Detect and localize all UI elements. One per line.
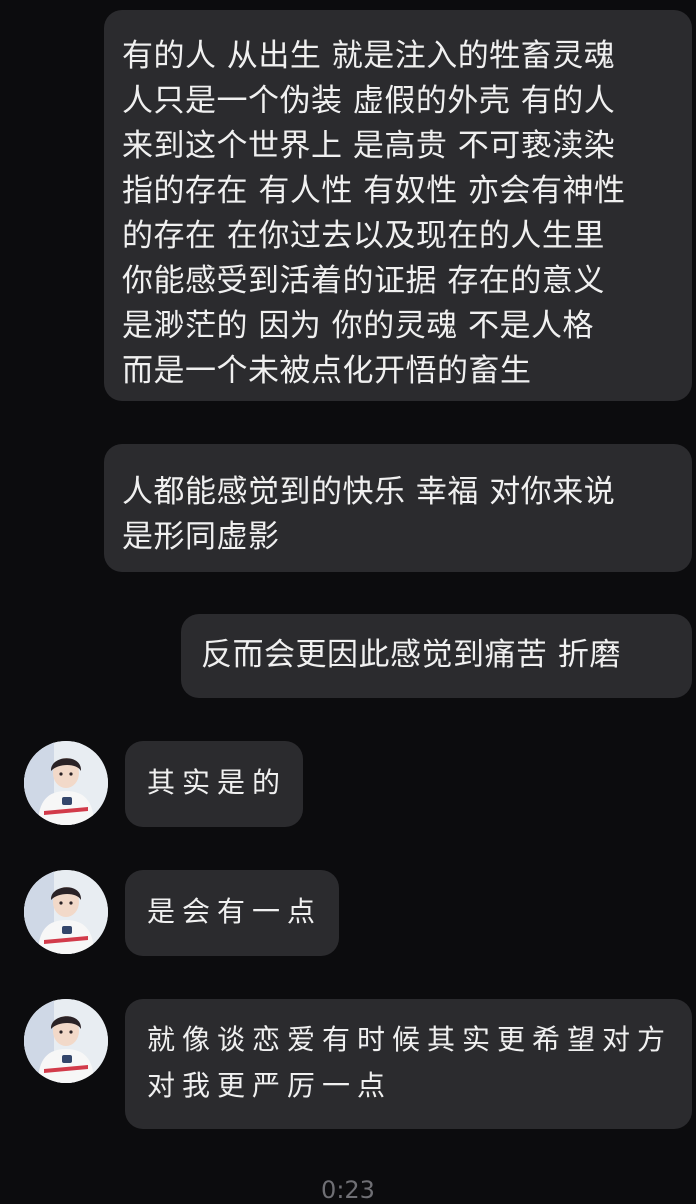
message-text-line: 的存在 在你过去以及现在的人生里 bbox=[122, 218, 605, 254]
chat-bubble-received[interactable]: 是会有一点 bbox=[125, 870, 339, 956]
avatar[interactable] bbox=[24, 741, 108, 825]
message-text-line: 对我更严厉一点 bbox=[147, 1069, 393, 1102]
message-text-line: 是会有一点 bbox=[147, 895, 323, 928]
message-text-line: 其实是的 bbox=[147, 766, 288, 799]
message-text-line: 指的存在 有人性 有奴性 亦会有神性 bbox=[122, 173, 626, 209]
message-text-line: 你能感受到活着的证据 存在的意义 bbox=[122, 263, 605, 299]
message-text-line: 就像谈恋爱有时候其实更希望对方 bbox=[147, 1023, 673, 1056]
avatar[interactable] bbox=[24, 999, 108, 1083]
chat-bubble-sent[interactable]: 反而会更因此感觉到痛苦 折磨 bbox=[181, 614, 692, 698]
message-text-line: 反而会更因此感觉到痛苦 折磨 bbox=[201, 637, 621, 673]
message-text-line: 而是一个未被点化开悟的畜生 bbox=[122, 353, 532, 389]
user-avatar-photo-icon bbox=[24, 870, 108, 954]
avatar[interactable] bbox=[24, 870, 108, 954]
message-text-line: 人都能感觉到的快乐 幸福 对你来说 bbox=[122, 474, 616, 510]
chat-bubble-received[interactable]: 其实是的 bbox=[125, 741, 303, 827]
message-text-line: 是形同虚影 bbox=[122, 519, 280, 555]
chat-bubble-sent[interactable]: 有的人 从出生 就是注入的牲畜灵魂 人只是一个伪装 虚假的外壳 有的人 来到这个… bbox=[104, 10, 692, 401]
message-text-line: 来到这个世界上 是高贵 不可亵渎染 bbox=[122, 128, 616, 164]
user-avatar-photo-icon bbox=[24, 999, 108, 1083]
chat-bubble-sent[interactable]: 人都能感觉到的快乐 幸福 对你来说 是形同虚影 bbox=[104, 444, 692, 572]
message-text-line: 是渺茫的 因为 你的灵魂 不是人格 bbox=[122, 308, 595, 344]
message-text-line: 人只是一个伪装 虚假的外壳 有的人 bbox=[122, 83, 616, 119]
message-text-line: 有的人 从出生 就是注入的牲畜灵魂 bbox=[122, 38, 616, 74]
user-avatar-photo-icon bbox=[24, 741, 108, 825]
chat-bubble-received[interactable]: 就像谈恋爱有时候其实更希望对方 对我更严厉一点 bbox=[125, 999, 692, 1129]
